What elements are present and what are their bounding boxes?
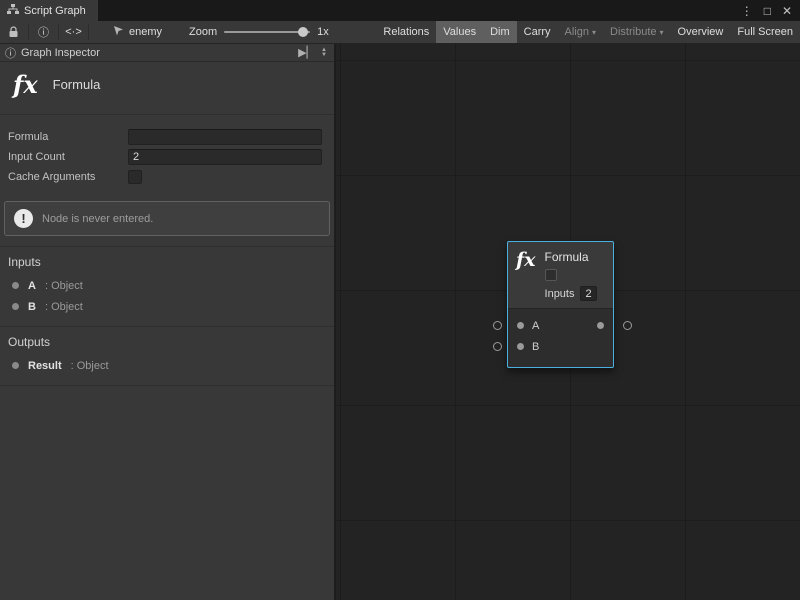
- port-icon: [12, 282, 19, 289]
- port-icon: [12, 303, 19, 310]
- input-count-input[interactable]: [128, 149, 322, 165]
- graph-name-label: enemy: [129, 26, 162, 38]
- info-icon: ⓘ: [5, 45, 16, 61]
- warning-icon: !: [14, 209, 33, 228]
- inputs-section-header: Inputs: [0, 247, 334, 275]
- carry-button[interactable]: Carry: [517, 21, 558, 43]
- unit-title: Formula: [53, 77, 101, 92]
- graph-reference-breadcrumb[interactable]: enemy: [106, 21, 169, 43]
- tab-label: Script Graph: [24, 5, 86, 17]
- align-dropdown[interactable]: Align ▾: [558, 21, 603, 43]
- port-row-b: B: [508, 336, 613, 357]
- inputs-list: A : Object B : Object: [0, 275, 334, 326]
- formula-label: Formula: [8, 131, 128, 143]
- chevron-down-icon: ▾: [592, 28, 596, 37]
- zoom-label: Zoom: [189, 26, 217, 38]
- divider: [0, 385, 334, 386]
- output-port-icon[interactable]: [597, 322, 604, 329]
- graph-canvas[interactable]: fx Formula Inputs 2 A B: [335, 44, 800, 600]
- window-menu-icon[interactable]: ⋮: [741, 4, 753, 18]
- list-item: Result : Object: [8, 355, 326, 376]
- graph-inspector-panel: ⓘ Graph Inspector ▶▏ ▲ ▼ fx Formula Form…: [0, 44, 335, 600]
- node-ports: A B: [508, 308, 613, 367]
- port-connector-ring[interactable]: [493, 342, 502, 351]
- lock-icon[interactable]: [0, 21, 27, 43]
- divider: [88, 24, 89, 40]
- overview-button[interactable]: Overview: [671, 21, 731, 43]
- port-icon: [12, 362, 19, 369]
- full-screen-button[interactable]: Full Screen: [730, 21, 800, 43]
- node-formula-input[interactable]: [545, 269, 557, 281]
- input-port-icon[interactable]: [517, 343, 524, 350]
- script-graph-icon: [7, 4, 19, 18]
- zoom-slider[interactable]: [224, 31, 310, 33]
- maximize-icon[interactable]: □: [764, 4, 771, 18]
- zoom-control: Zoom 1x: [181, 21, 337, 43]
- input-port-icon[interactable]: [517, 322, 524, 329]
- graph-toolbar: ⓘ <·> enemy Zoom 1x Relations Values Dim…: [0, 21, 800, 44]
- relations-button[interactable]: Relations: [376, 21, 436, 43]
- port-connector-ring[interactable]: [493, 321, 502, 330]
- formula-fx-icon: fx: [13, 73, 38, 97]
- dock-icon[interactable]: ▶▏: [298, 46, 315, 59]
- chevron-down-icon: ▾: [660, 28, 664, 37]
- node-input-count-field[interactable]: 2: [580, 286, 596, 301]
- info-icon[interactable]: ⓘ: [30, 21, 57, 43]
- formula-node[interactable]: fx Formula Inputs 2 A B: [507, 241, 614, 368]
- zoom-value: 1x: [317, 26, 329, 38]
- outputs-section-header: Outputs: [0, 327, 334, 355]
- inspector-fields: Formula Input Count Cache Arguments: [0, 115, 334, 189]
- port-label: B: [532, 341, 539, 353]
- title-bar: Script Graph ⋮ □ ✕: [0, 0, 800, 21]
- cache-arguments-label: Cache Arguments: [8, 171, 128, 183]
- divider: [58, 24, 59, 40]
- list-item: B : Object: [8, 296, 326, 317]
- port-label: A: [532, 320, 539, 332]
- outputs-list: Result : Object: [0, 355, 334, 385]
- warning-text: Node is never entered.: [42, 213, 153, 225]
- unit-title-block: fx Formula: [0, 62, 334, 115]
- inspector-header: ⓘ Graph Inspector ▶▏ ▲ ▼: [0, 44, 334, 62]
- tab-script-graph[interactable]: Script Graph: [0, 0, 98, 21]
- values-button[interactable]: Values: [436, 21, 483, 43]
- fx-icon: fx: [516, 250, 536, 301]
- zoom-slider-knob[interactable]: [298, 27, 308, 37]
- formula-input[interactable]: [128, 129, 322, 145]
- list-item: A : Object: [8, 275, 326, 296]
- distribute-dropdown[interactable]: Distribute ▾: [603, 21, 670, 43]
- dim-button[interactable]: Dim: [483, 21, 517, 43]
- close-icon[interactable]: ✕: [782, 4, 792, 18]
- scroll-stepper[interactable]: ▲ ▼: [321, 48, 329, 58]
- divider: [28, 24, 29, 40]
- cache-arguments-checkbox[interactable]: [128, 170, 142, 184]
- node-header: fx Formula Inputs 2: [508, 242, 613, 308]
- node-title: Formula: [545, 250, 597, 264]
- code-icon[interactable]: <·>: [60, 21, 87, 43]
- port-row-a: A: [508, 315, 613, 336]
- graph-pointer-icon: [113, 25, 124, 39]
- port-connector-ring[interactable]: [623, 321, 632, 330]
- input-count-label: Input Count: [8, 151, 128, 163]
- inspector-title: Graph Inspector: [21, 47, 100, 59]
- node-inputs-label: Inputs: [545, 288, 575, 300]
- warning-box: ! Node is never entered.: [4, 201, 330, 236]
